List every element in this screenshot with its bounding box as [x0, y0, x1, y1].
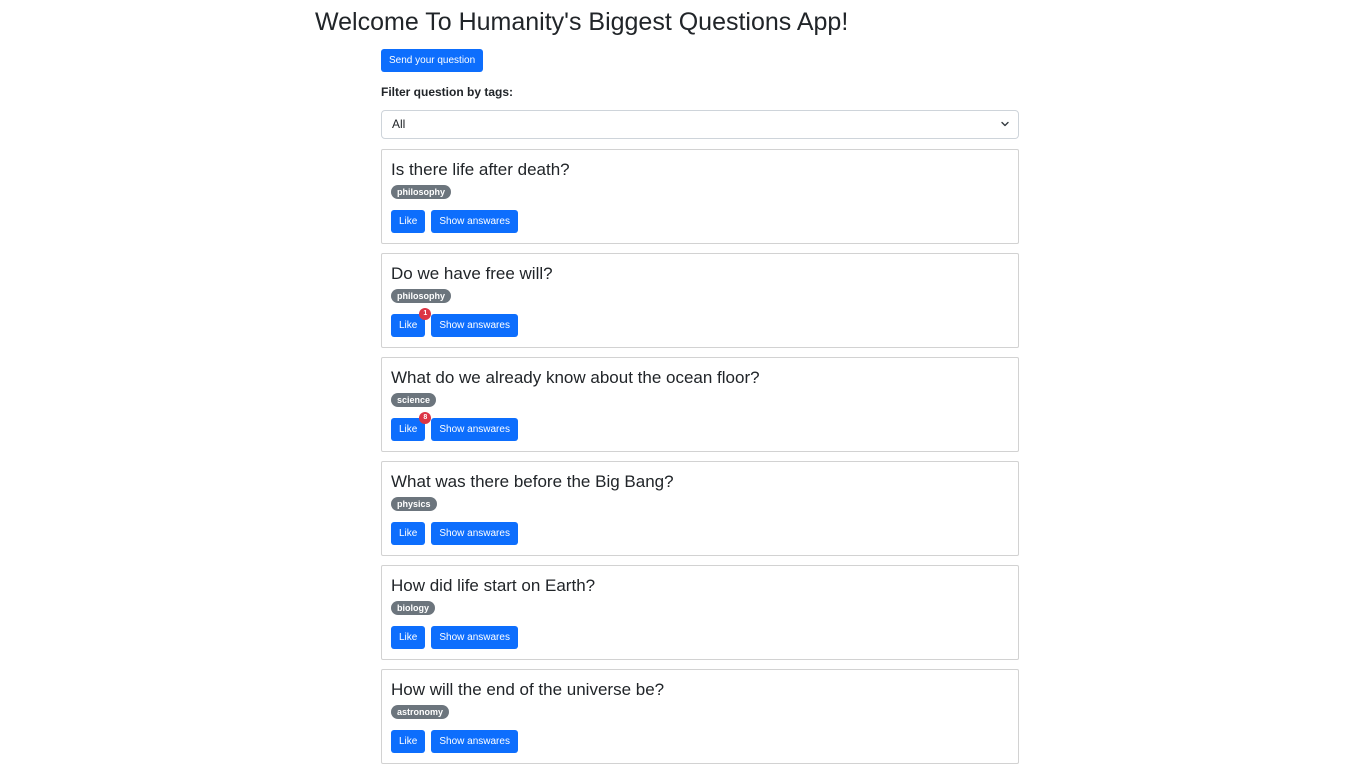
question-actions: Like Show answares [391, 522, 1009, 545]
like-label: Like [399, 736, 418, 747]
like-label: Like [399, 632, 418, 643]
show-answers-button[interactable]: Show answares [431, 626, 518, 649]
tag-badge: science [391, 393, 437, 407]
like-count-badge: 1 [419, 308, 432, 320]
filter-label: Filter question by tags: [381, 85, 514, 99]
show-answers-button[interactable]: Show answares [431, 730, 518, 753]
main-container: Send your question Filter question by ta… [381, 49, 1019, 773]
question-card: How will the end of the universe be? ast… [381, 669, 1019, 764]
like-label: Like [399, 528, 418, 539]
question-actions: Like 1 Show answares [391, 308, 1009, 337]
question-card: What do we already know about the ocean … [381, 357, 1019, 452]
like-count-badge: 8 [419, 412, 432, 424]
question-card: What was there before the Big Bang? phys… [381, 461, 1019, 556]
like-button[interactable]: Like [391, 626, 426, 649]
question-actions: Like Show answares [391, 626, 1009, 649]
like-button[interactable]: Like 8 [391, 412, 432, 441]
tag-badge: biology [391, 601, 435, 615]
tag-badge: philosophy [391, 185, 451, 199]
tag-badge: philosophy [391, 289, 451, 303]
tag-badge: astronomy [391, 705, 450, 719]
tag-filter-select[interactable]: All [381, 110, 1019, 139]
tag-badge: physics [391, 497, 437, 511]
show-answers-button[interactable]: Show answares [431, 210, 518, 233]
show-answers-button[interactable]: Show answares [431, 314, 518, 337]
question-title: Is there life after death? [391, 160, 570, 179]
like-button[interactable]: Like [391, 210, 426, 233]
like-label: Like [399, 320, 418, 331]
question-list: Is there life after death? philosophy Li… [381, 149, 1019, 764]
question-title: How will the end of the universe be? [391, 680, 665, 699]
like-button[interactable]: Like [391, 522, 426, 545]
show-answers-button[interactable]: Show answares [431, 522, 518, 545]
question-title: Do we have free will? [391, 264, 553, 283]
tag-filter-wrapper: All [381, 110, 1019, 139]
send-question-button[interactable]: Send your question [381, 49, 484, 72]
question-card: Do we have free will? philosophy Like 1 Sh… [381, 253, 1019, 348]
page-title: Welcome To Humanity's Biggest Questions … [315, 8, 849, 36]
question-card: How did life start on Earth? biology Lik… [381, 565, 1019, 660]
question-actions: Like Show answares [391, 210, 1009, 233]
question-actions: Like Show answares [391, 730, 1009, 753]
show-answers-button[interactable]: Show answares [431, 418, 518, 441]
like-label: Like [399, 424, 418, 435]
like-button[interactable]: Like 1 [391, 308, 432, 337]
question-title: What was there before the Big Bang? [391, 472, 674, 491]
question-title: How did life start on Earth? [391, 576, 596, 595]
question-actions: Like 8 Show answares [391, 412, 1009, 441]
like-button[interactable]: Like [391, 730, 426, 753]
like-label: Like [399, 216, 418, 227]
question-card: Is there life after death? philosophy Li… [381, 149, 1019, 244]
question-title: What do we already know about the ocean … [391, 368, 760, 387]
